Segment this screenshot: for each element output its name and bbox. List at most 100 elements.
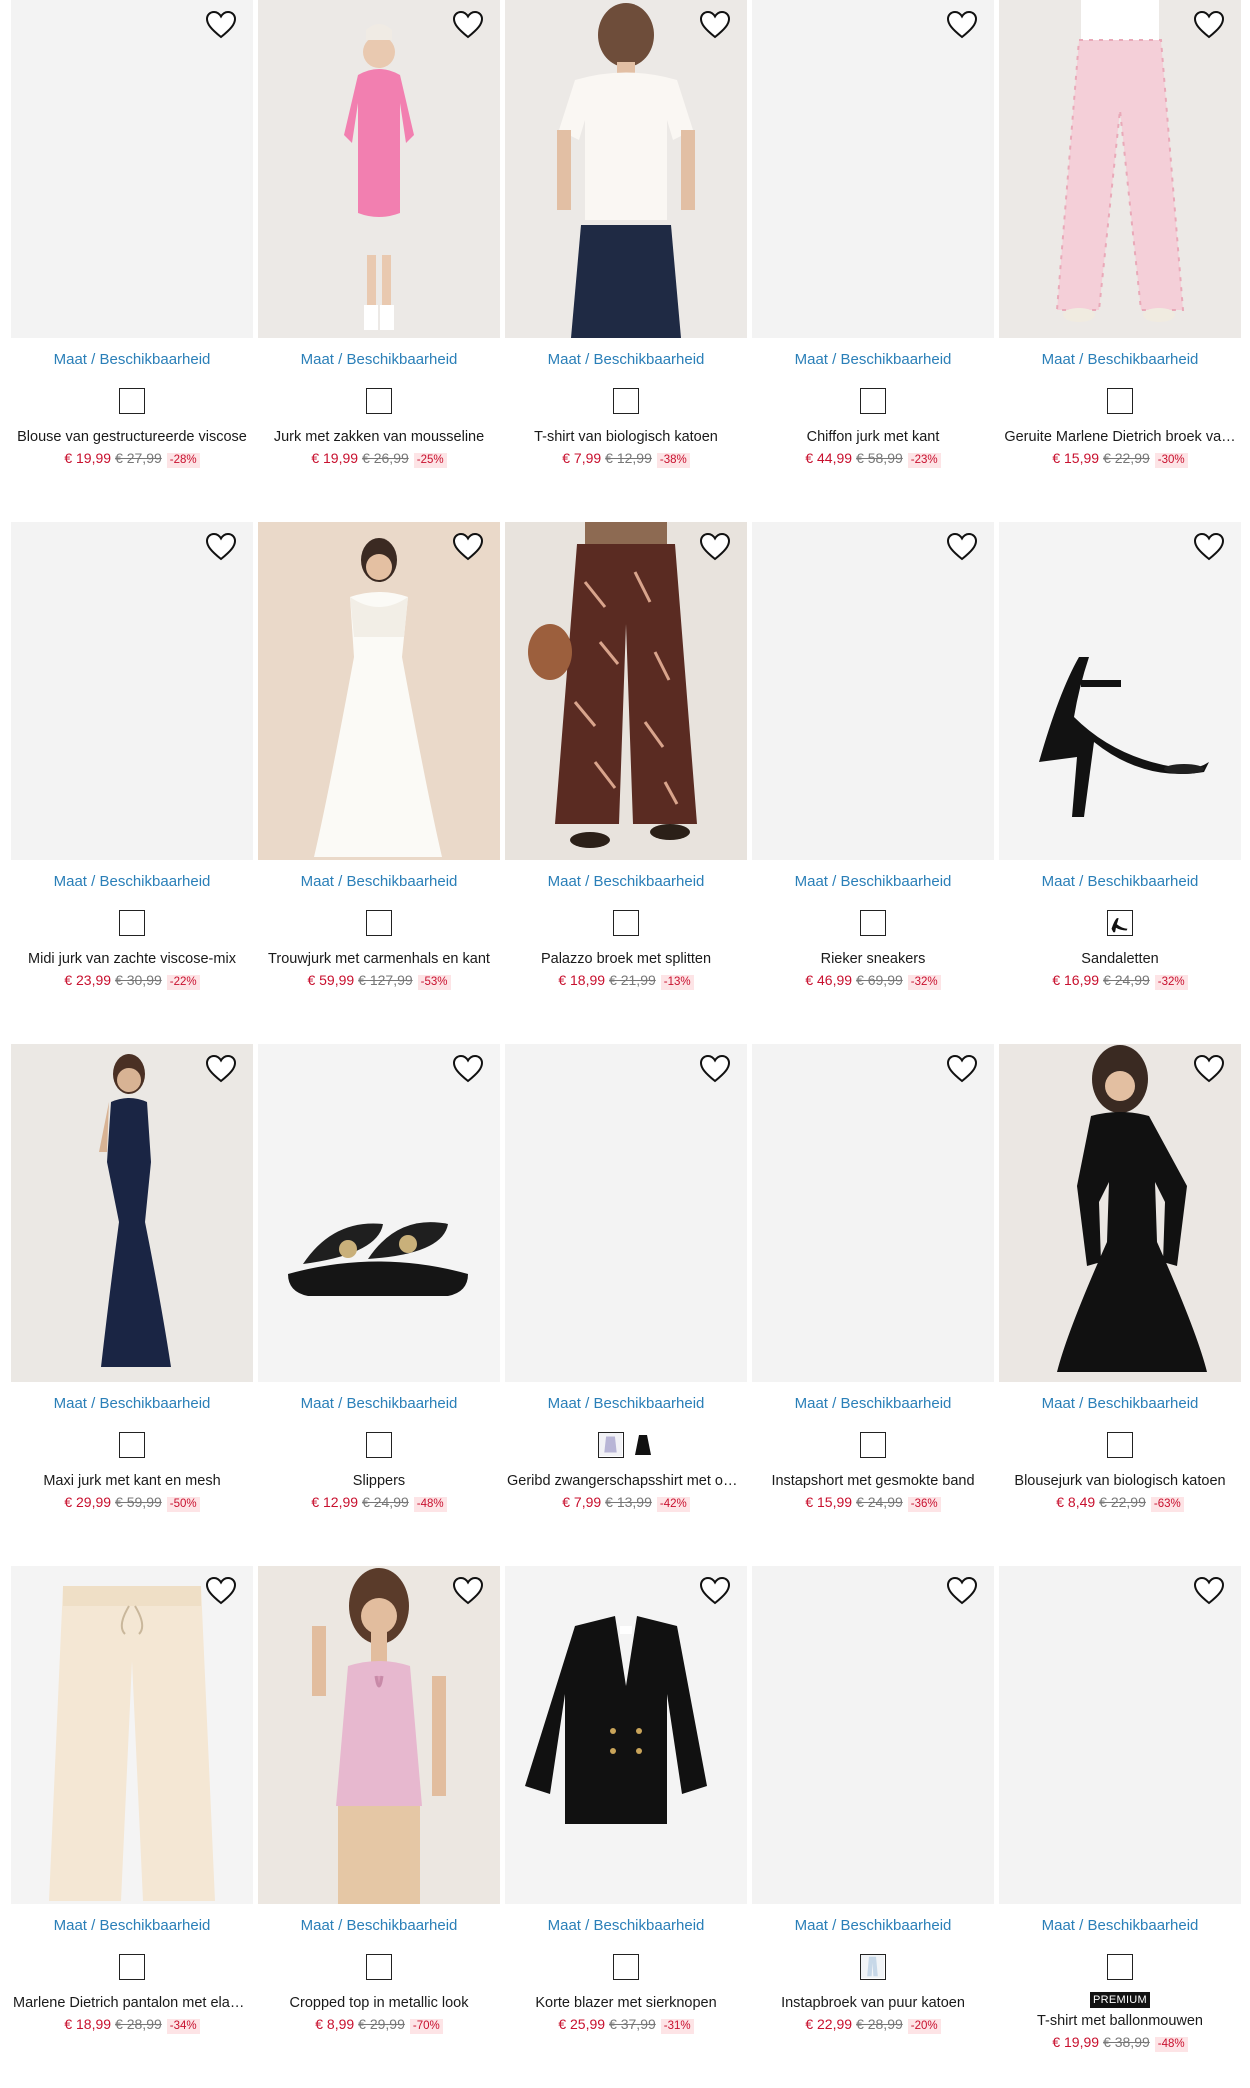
size-availability-link[interactable]: Maat / Beschikbaarheid [999, 1917, 1241, 1935]
product-title[interactable]: Trouwjurk met carmenhals en kant [258, 950, 500, 968]
wishlist-heart-icon[interactable] [452, 1054, 484, 1084]
product-title[interactable]: Sandaletten [999, 950, 1241, 968]
product-card[interactable]: Maat / Beschikbaarheid Jurk met zakken v… [258, 0, 500, 522]
product-title[interactable]: Blouse van gestructureerde viscose [11, 428, 253, 446]
product-title[interactable]: Geribd zwangerschapsshirt met op… [505, 1472, 747, 1490]
color-swatch[interactable] [119, 1432, 145, 1458]
size-availability-link[interactable]: Maat / Beschikbaarheid [752, 351, 994, 369]
color-swatch[interactable] [860, 1432, 886, 1458]
wishlist-heart-icon[interactable] [1193, 1576, 1225, 1606]
product-image[interactable] [752, 1044, 994, 1382]
product-title[interactable]: Geruite Marlene Dietrich broek va… [999, 428, 1241, 446]
product-card[interactable]: Maat / Beschikbaarheid Marlene Dietrich … [11, 1566, 253, 2088]
product-image[interactable] [11, 1566, 253, 1904]
size-availability-link[interactable]: Maat / Beschikbaarheid [505, 873, 747, 891]
size-availability-link[interactable]: Maat / Beschikbaarheid [999, 1395, 1241, 1413]
product-card[interactable]: Maat / Beschikbaarheid Chiffon jurk met … [752, 0, 994, 522]
size-availability-link[interactable]: Maat / Beschikbaarheid [999, 873, 1241, 891]
product-title[interactable]: Instapbroek van puur katoen [752, 1994, 994, 2012]
color-swatch[interactable] [613, 388, 639, 414]
product-image[interactable] [11, 1044, 253, 1382]
color-swatch[interactable] [1107, 1954, 1133, 1980]
product-image[interactable] [752, 522, 994, 860]
size-availability-link[interactable]: Maat / Beschikbaarheid [258, 351, 500, 369]
product-title[interactable]: Slippers [258, 1472, 500, 1490]
color-swatch[interactable] [366, 388, 392, 414]
size-availability-link[interactable]: Maat / Beschikbaarheid [258, 1917, 500, 1935]
color-swatch[interactable] [366, 1954, 392, 1980]
color-swatch[interactable] [119, 1954, 145, 1980]
product-image[interactable] [258, 522, 500, 860]
size-availability-link[interactable]: Maat / Beschikbaarheid [258, 873, 500, 891]
product-image[interactable] [999, 1566, 1241, 1904]
wishlist-heart-icon[interactable] [699, 532, 731, 562]
product-card[interactable]: Maat / Beschikbaarheid PREMIUM T-shirt m… [999, 1566, 1241, 2088]
product-image[interactable] [11, 522, 253, 860]
product-title[interactable]: Jurk met zakken van mousseline [258, 428, 500, 446]
product-image[interactable] [999, 0, 1241, 338]
product-image[interactable] [258, 1044, 500, 1382]
wishlist-heart-icon[interactable] [946, 1576, 978, 1606]
size-availability-link[interactable]: Maat / Beschikbaarheid [505, 1917, 747, 1935]
wishlist-heart-icon[interactable] [205, 1054, 237, 1084]
product-image[interactable] [752, 1566, 994, 1904]
product-title[interactable]: Cropped top in metallic look [258, 1994, 500, 2012]
color-swatch[interactable] [598, 1432, 624, 1458]
wishlist-heart-icon[interactable] [946, 532, 978, 562]
color-swatch[interactable] [366, 1432, 392, 1458]
product-image[interactable] [505, 0, 747, 338]
product-image[interactable] [258, 1566, 500, 1904]
wishlist-heart-icon[interactable] [699, 1576, 731, 1606]
product-card[interactable]: Maat / Beschikbaarheid Korte blazer met … [505, 1566, 747, 2088]
product-card[interactable]: Maat / Beschikbaarheid T-shirt van biolo… [505, 0, 747, 522]
product-card[interactable]: Maat / Beschikbaarheid Trouwjurk met car… [258, 522, 500, 1044]
color-swatch[interactable] [1107, 388, 1133, 414]
size-availability-link[interactable]: Maat / Beschikbaarheid [11, 1917, 253, 1935]
size-availability-link[interactable]: Maat / Beschikbaarheid [11, 1395, 253, 1413]
product-card[interactable]: Maat / Beschikbaarheid Blousejurk van bi… [999, 1044, 1241, 1566]
product-image[interactable] [752, 0, 994, 338]
color-swatch[interactable] [860, 910, 886, 936]
product-image[interactable] [999, 1044, 1241, 1382]
product-card[interactable]: Maat / Beschikbaarheid Geribd zwangersch… [505, 1044, 747, 1566]
color-swatch[interactable] [860, 388, 886, 414]
wishlist-heart-icon[interactable] [946, 10, 978, 40]
product-card[interactable]: Maat / Beschikbaarheid Cropped top in me… [258, 1566, 500, 2088]
product-title[interactable]: Maxi jurk met kant en mesh [11, 1472, 253, 1490]
product-image[interactable] [505, 1044, 747, 1382]
wishlist-heart-icon[interactable] [205, 1576, 237, 1606]
product-title[interactable]: Midi jurk van zachte viscose-mix [11, 950, 253, 968]
product-card[interactable]: Maat / Beschikbaarheid Instapshort met g… [752, 1044, 994, 1566]
product-card[interactable]: Maat / Beschikbaarheid Instapbroek van p… [752, 1566, 994, 2088]
wishlist-heart-icon[interactable] [699, 1054, 731, 1084]
color-swatch[interactable] [366, 910, 392, 936]
wishlist-heart-icon[interactable] [205, 10, 237, 40]
color-swatch[interactable] [119, 910, 145, 936]
product-title[interactable]: Blousejurk van biologisch katoen [999, 1472, 1241, 1490]
product-title[interactable]: Rieker sneakers [752, 950, 994, 968]
wishlist-heart-icon[interactable] [1193, 532, 1225, 562]
size-availability-link[interactable]: Maat / Beschikbaarheid [258, 1395, 500, 1413]
product-title[interactable]: Instapshort met gesmokte band [752, 1472, 994, 1490]
color-swatch-black[interactable] [632, 1432, 654, 1458]
color-swatch[interactable] [860, 1954, 886, 1980]
product-card[interactable]: Maat / Beschikbaarheid Blouse van gestru… [11, 0, 253, 522]
product-image[interactable] [999, 522, 1241, 860]
size-availability-link[interactable]: Maat / Beschikbaarheid [505, 1395, 747, 1413]
size-availability-link[interactable]: Maat / Beschikbaarheid [752, 873, 994, 891]
size-availability-link[interactable]: Maat / Beschikbaarheid [505, 351, 747, 369]
size-availability-link[interactable]: Maat / Beschikbaarheid [999, 351, 1241, 369]
wishlist-heart-icon[interactable] [699, 10, 731, 40]
product-image[interactable] [505, 522, 747, 860]
product-title[interactable]: T-shirt van biologisch katoen [505, 428, 747, 446]
size-availability-link[interactable]: Maat / Beschikbaarheid [752, 1917, 994, 1935]
product-image[interactable] [258, 0, 500, 338]
wishlist-heart-icon[interactable] [946, 1054, 978, 1084]
wishlist-heart-icon[interactable] [452, 10, 484, 40]
product-card[interactable]: Maat / Beschikbaarheid Slippers € 12,99 €… [258, 1044, 500, 1566]
wishlist-heart-icon[interactable] [452, 1576, 484, 1606]
size-availability-link[interactable]: Maat / Beschikbaarheid [11, 873, 253, 891]
color-swatch[interactable] [613, 1954, 639, 1980]
product-title[interactable]: Chiffon jurk met kant [752, 428, 994, 446]
product-card[interactable]: Maat / Beschikbaarheid Rieker sneakers €… [752, 522, 994, 1044]
